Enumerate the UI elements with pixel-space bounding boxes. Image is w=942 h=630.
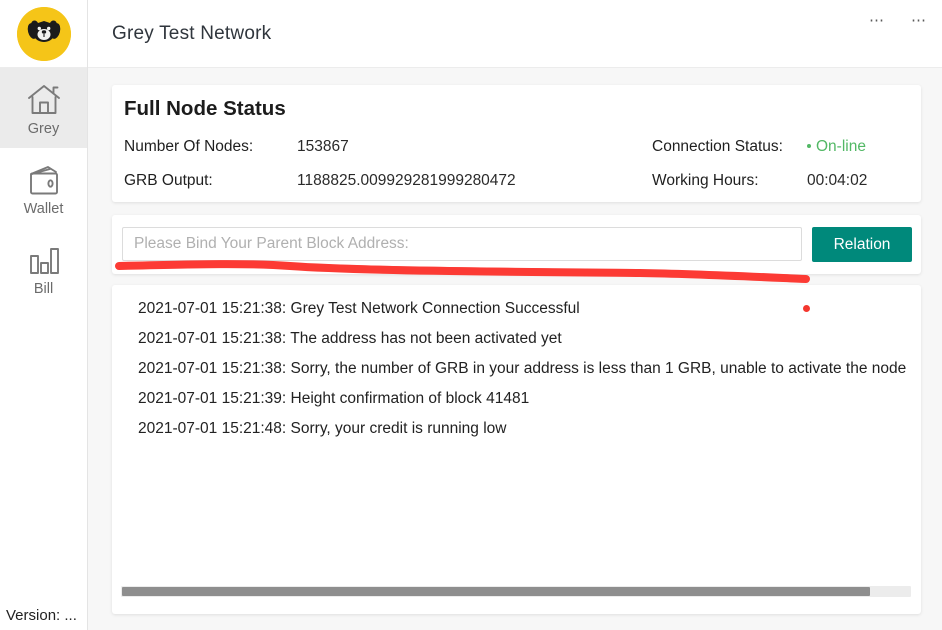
relation-button[interactable]: Relation xyxy=(812,227,912,262)
sidebar-item-label-bill: Bill xyxy=(34,282,53,297)
connection-status-badge: On-line xyxy=(807,138,866,156)
home-icon xyxy=(26,79,62,117)
sidebar-item-wallet[interactable]: Wallet xyxy=(0,148,87,228)
grb-output-label: GRB Output: xyxy=(124,172,213,190)
dog-avatar-icon xyxy=(17,7,71,61)
parent-block-address-input[interactable] xyxy=(122,227,802,261)
sidebar: Grey Wallet xyxy=(0,0,88,630)
sidebar-item-label-wallet: Wallet xyxy=(24,202,64,217)
window-menu-button[interactable]: ⋯ xyxy=(906,10,932,30)
application-window: Grey Wallet xyxy=(0,0,942,630)
window-controls: ⋯ ⋯ xyxy=(864,10,932,30)
working-hours-label: Working Hours: xyxy=(652,172,759,190)
log-entry: 2021-07-01 15:21:39: Height confirmation… xyxy=(112,384,921,414)
title-bar: Grey Test Network ⋯ ⋯ xyxy=(88,0,942,68)
sidebar-item-grey[interactable]: Grey xyxy=(0,68,87,148)
log-entry: 2021-07-01 15:21:48: Sorry, your credit … xyxy=(112,414,921,444)
bar-chart-icon xyxy=(26,239,62,277)
bind-address-card: Relation xyxy=(112,215,921,274)
dog-avatar-glyph xyxy=(17,7,71,61)
number-of-nodes-label: Number Of Nodes: xyxy=(124,138,253,156)
app-logo xyxy=(0,0,87,68)
log-entry: 2021-07-01 15:21:38: Sorry, the number o… xyxy=(112,354,921,384)
status-card-title: Full Node Status xyxy=(124,97,286,121)
number-of-nodes-value: 153867 xyxy=(297,138,349,156)
status-dot-icon xyxy=(807,144,811,148)
log-scrollbar-thumb[interactable] xyxy=(122,587,870,596)
log-alert-dot-icon xyxy=(803,305,810,312)
working-hours-value: 00:04:02 xyxy=(807,172,867,190)
grb-output-value: 1188825.009929281999280472 xyxy=(297,172,516,190)
full-node-status-card: Full Node Status Number Of Nodes: 153867… xyxy=(112,85,921,202)
log-horizontal-scrollbar[interactable] xyxy=(121,586,911,597)
log-panel: 2021-07-01 15:21:38: Grey Test Network C… xyxy=(112,285,921,614)
page-title: Grey Test Network xyxy=(112,23,271,45)
connection-status-value: On-line xyxy=(816,138,866,155)
wallet-icon xyxy=(26,159,62,197)
sidebar-item-bill[interactable]: Bill xyxy=(0,228,87,308)
log-list: 2021-07-01 15:21:38: Grey Test Network C… xyxy=(112,294,921,584)
sidebar-item-label-grey: Grey xyxy=(28,122,59,137)
connection-status-label: Connection Status: xyxy=(652,138,783,156)
log-entry: 2021-07-01 15:21:38: Grey Test Network C… xyxy=(112,294,921,324)
more-options-button[interactable]: ⋯ xyxy=(864,10,890,30)
version-label: Version: ... xyxy=(6,607,77,624)
log-entry: 2021-07-01 15:21:38: The address has not… xyxy=(112,324,921,354)
sidebar-nav: Grey Wallet xyxy=(0,68,87,308)
main-content: Full Node Status Number Of Nodes: 153867… xyxy=(89,69,942,630)
